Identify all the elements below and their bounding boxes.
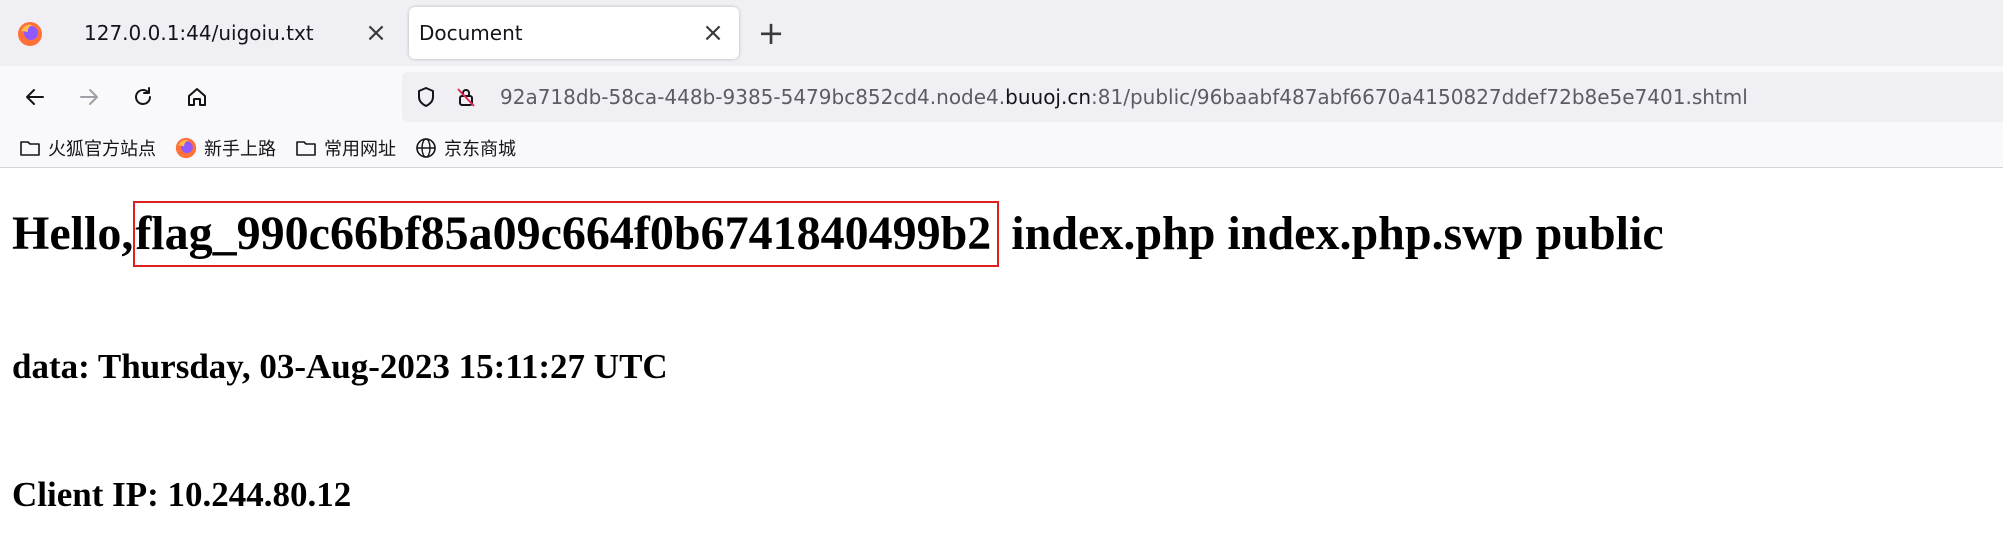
insecure-lock-icon[interactable] bbox=[446, 77, 486, 117]
date-heading: data: Thursday, 03-Aug-2023 15:11:27 UTC bbox=[12, 347, 668, 386]
nav-bar: 92a718db-58ca-448b-9385-5479bc852cd4.nod… bbox=[0, 66, 2003, 128]
close-icon[interactable]: × bbox=[362, 18, 390, 48]
reload-icon bbox=[135, 87, 151, 105]
tab-label: Document bbox=[419, 21, 523, 45]
bookmark-item[interactable]: 常用网址 bbox=[294, 135, 396, 161]
flag-highlight: flag_990c66bf85a09c664f0b6741840499b2 bbox=[133, 201, 1000, 267]
page-content: Hello,flag_990c66bf85a09c664f0b674184049… bbox=[0, 169, 2003, 537]
new-tab-button[interactable]: + bbox=[754, 14, 788, 52]
folder-icon bbox=[18, 136, 42, 160]
url-domain: buuoj.cn bbox=[1005, 85, 1092, 109]
hello-prefix: Hello, bbox=[12, 207, 134, 260]
firefox-view-button[interactable] bbox=[10, 14, 50, 54]
reload-button[interactable] bbox=[124, 78, 162, 116]
hello-suffix: index.php index.php.swp public bbox=[999, 207, 1664, 260]
back-button[interactable] bbox=[16, 78, 54, 116]
arrow-right-icon bbox=[80, 89, 98, 105]
firefox-icon bbox=[18, 22, 42, 46]
arrow-left-icon bbox=[26, 89, 44, 105]
tab-strip: 127.0.0.1:44/uigoiu.txt × Document × + bbox=[0, 0, 2003, 66]
bookmark-label: 新手上路 bbox=[204, 138, 276, 160]
bookmark-item[interactable]: 京东商城 bbox=[414, 135, 516, 161]
forward-button[interactable] bbox=[70, 78, 108, 116]
tab-label: 127.0.0.1:44/uigoiu.txt bbox=[84, 21, 314, 45]
firefox-icon bbox=[174, 136, 198, 160]
url-prefix: 92a718db-58ca-448b-9385-5479bc852cd4.nod… bbox=[500, 85, 1006, 109]
url-text[interactable]: 92a718db-58ca-448b-9385-5479bc852cd4.nod… bbox=[500, 85, 1748, 109]
globe-icon bbox=[414, 136, 438, 160]
bookmark-label: 常用网址 bbox=[324, 138, 396, 160]
tab-uigoiu[interactable]: 127.0.0.1:44/uigoiu.txt × bbox=[58, 7, 402, 59]
shield-icon[interactable] bbox=[406, 77, 446, 117]
bookmarks-toolbar: 火狐官方站点 新手上路 常用网址 京东商城 bbox=[0, 128, 2003, 168]
bookmark-item[interactable]: 火狐官方站点 bbox=[18, 135, 156, 161]
url-suffix: :81/public/96baabf487abf6670a4150827ddef… bbox=[1091, 85, 1748, 109]
tab-document[interactable]: Document × bbox=[409, 7, 739, 59]
home-button[interactable] bbox=[178, 78, 216, 116]
ip-heading: Client IP: 10.244.80.12 bbox=[12, 475, 352, 514]
bookmark-label: 火狐官方站点 bbox=[48, 138, 156, 160]
hello-heading: Hello,flag_990c66bf85a09c664f0b674184049… bbox=[12, 201, 1664, 267]
close-icon[interactable]: × bbox=[699, 18, 727, 48]
bookmark-label: 京东商城 bbox=[444, 138, 516, 160]
bookmark-item[interactable]: 新手上路 bbox=[174, 135, 276, 161]
url-bar[interactable]: 92a718db-58ca-448b-9385-5479bc852cd4.nod… bbox=[402, 72, 2003, 122]
folder-icon bbox=[294, 136, 318, 160]
home-icon bbox=[188, 88, 206, 106]
